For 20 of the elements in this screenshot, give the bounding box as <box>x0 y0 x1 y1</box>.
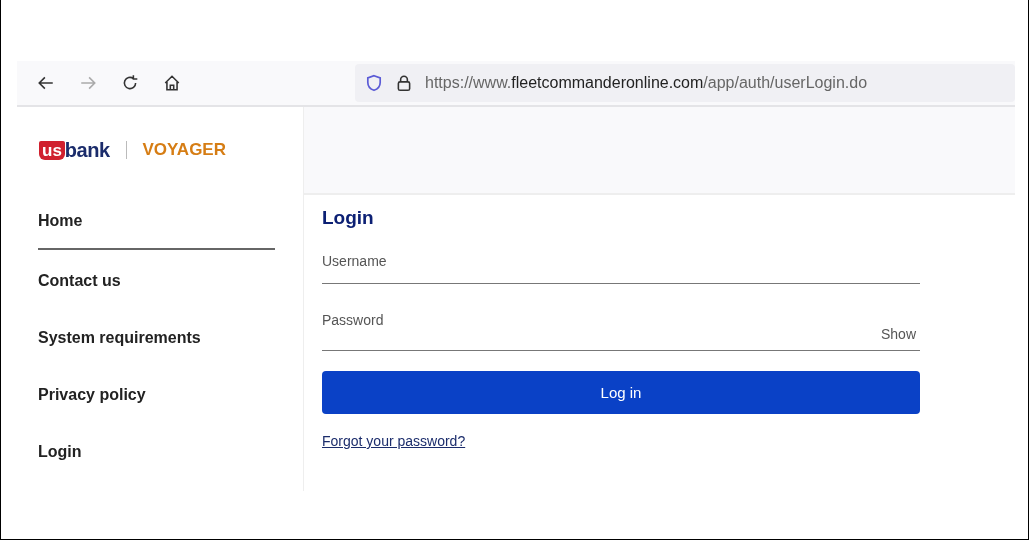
logo-shield: us <box>39 140 65 160</box>
sidebar-item[interactable]: Privacy policy <box>38 366 146 423</box>
logo-text: bank <box>64 138 110 162</box>
sidebar-item[interactable]: Login <box>38 423 82 480</box>
reload-icon[interactable] <box>121 74 139 92</box>
address-bar[interactable]: https://www.fleetcommanderonline.com/app/auth/userLogin.do <box>355 64 1015 102</box>
password-field[interactable]: Password Show <box>322 312 920 351</box>
back-icon[interactable] <box>37 74 55 92</box>
show-password-button[interactable]: Show <box>876 326 920 350</box>
lock-icon <box>395 74 413 92</box>
product-name: VOYAGER <box>142 140 226 160</box>
home-icon[interactable] <box>163 74 181 92</box>
shield-icon <box>365 74 383 92</box>
page-title: Login <box>322 207 375 229</box>
sidebar-item[interactable]: System requirements <box>38 309 201 366</box>
forgot-password-link[interactable]: Forgot your password? <box>322 433 466 449</box>
login-button[interactable]: Log in <box>322 371 920 414</box>
username-field[interactable]: Username <box>322 253 920 284</box>
sidebar-item[interactable]: Home <box>38 193 275 250</box>
sidebar-item[interactable]: Contact us <box>38 252 121 309</box>
